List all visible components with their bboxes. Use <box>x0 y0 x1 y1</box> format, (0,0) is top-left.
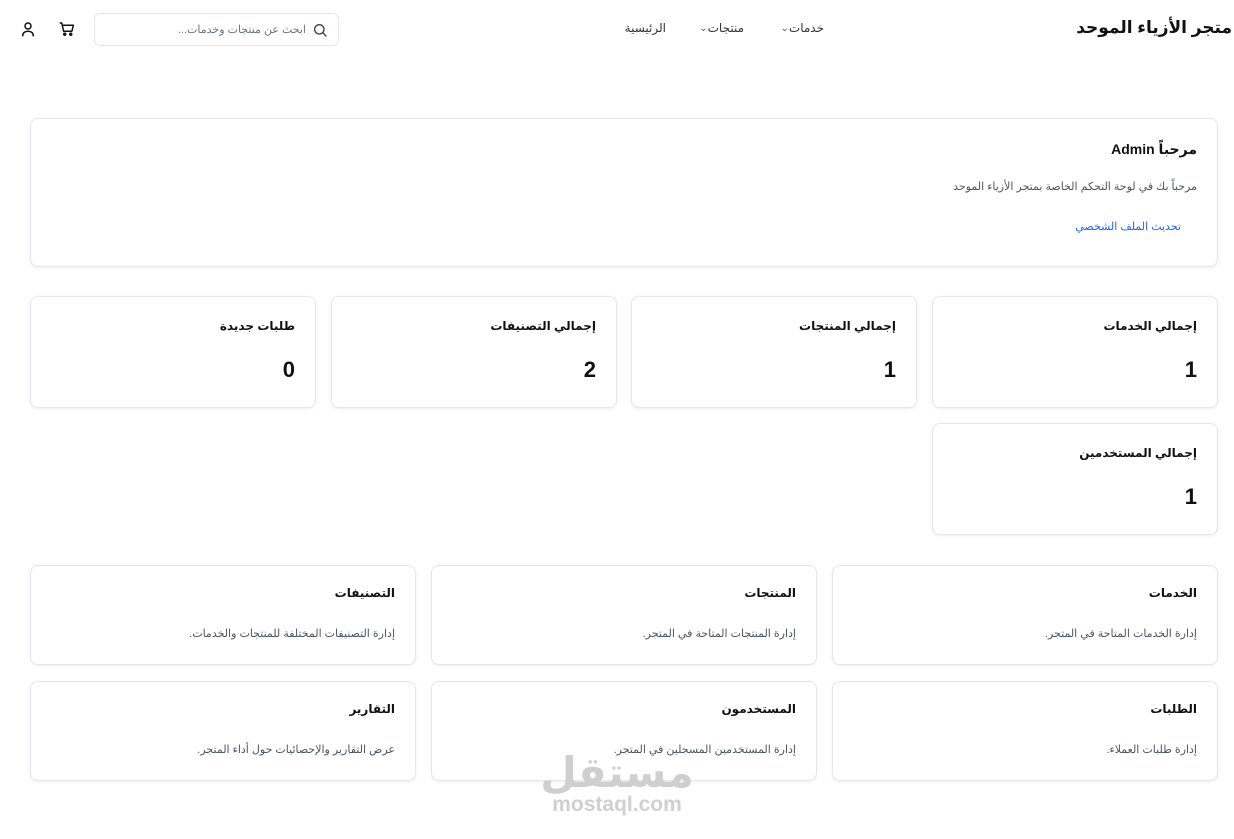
user-icon[interactable] <box>19 20 37 38</box>
search-box[interactable] <box>94 13 339 46</box>
card-description: إدارة التصنيفات المختلفة للمنتجات والخدم… <box>189 628 395 640</box>
cart-icon[interactable] <box>58 20 76 38</box>
nav-products-dropdown[interactable]: منتجات ⌄ <box>696 21 744 35</box>
stat-card-categories: إجمالي التصنيفات 2 <box>331 296 617 408</box>
nav-services-label: خدمات <box>788 21 824 35</box>
stat-label: إجمالي التصنيفات <box>490 319 596 333</box>
manage-services-card[interactable]: الخدمات إدارة الخدمات المتاحة في المتجر. <box>832 565 1218 665</box>
stat-value: 1 <box>1184 484 1197 509</box>
stat-card-users: إجمالي المستخدمين 1 <box>932 423 1218 535</box>
stat-card-products: إجمالي المنتجات 1 <box>631 296 917 408</box>
welcome-card: مرحباً Admin مرحباً بك في لوحة التحكم ال… <box>30 118 1218 267</box>
card-description: إدارة المنتجات المتاحة في المتجر. <box>642 628 796 640</box>
card-title: المستخدمون <box>721 702 796 716</box>
manage-reports-card[interactable]: التقارير عرض التقارير والإحصائيات حول أد… <box>30 681 416 781</box>
watermark-arabic: مستقل <box>540 749 694 796</box>
chevron-down-icon: ⌄ <box>780 22 789 34</box>
stat-label: إجمالي الخدمات <box>1103 319 1198 333</box>
stat-card-services: إجمالي الخدمات 1 <box>932 296 1218 408</box>
search-input[interactable] <box>106 23 306 36</box>
top-navbar: متجر الأزياء الموحد خدمات ⌄ منتجات ⌄ الر… <box>0 0 1234 60</box>
stat-card-new-orders: طلبات جديدة 0 <box>30 296 316 408</box>
nav-services-dropdown[interactable]: خدمات ⌄ <box>778 21 825 35</box>
stat-value: 1 <box>1184 357 1197 382</box>
stat-label: إجمالي المنتجات <box>799 319 896 333</box>
watermark-latin: mostaql.com <box>552 793 682 816</box>
card-title: الخدمات <box>1148 586 1197 600</box>
card-title: التصنيفات <box>334 586 395 600</box>
card-title: المنتجات <box>744 586 796 600</box>
stat-value: 1 <box>883 357 896 382</box>
nav-home-link[interactable]: الرئيسية <box>625 21 666 35</box>
welcome-text: مرحباً بك في لوحة التحكم الخاصة بمتجر ال… <box>953 181 1197 193</box>
brand-logo[interactable]: متجر الأزياء الموحد <box>1076 18 1232 38</box>
manage-products-card[interactable]: المنتجات إدارة المنتجات المتاحة في المتج… <box>431 565 817 665</box>
card-description: إدارة طلبات العملاء. <box>1106 744 1198 756</box>
card-title: الطلبات <box>1150 702 1197 716</box>
update-profile-link[interactable]: تحديث الملف الشخصي <box>1075 220 1181 233</box>
stat-label: طلبات جديدة <box>219 319 295 333</box>
manage-categories-card[interactable]: التصنيفات إدارة التصنيفات المختلفة للمنت… <box>30 565 416 665</box>
manage-orders-card[interactable]: الطلبات إدارة طلبات العملاء. <box>832 681 1218 781</box>
nav-products-label: منتجات <box>707 21 744 35</box>
card-description: عرض التقارير والإحصائيات حول أداء المتجر… <box>197 744 395 756</box>
card-title: التقارير <box>349 702 395 716</box>
nav-home-label: الرئيسية <box>624 21 666 35</box>
stat-value: 2 <box>583 357 596 382</box>
chevron-down-icon: ⌄ <box>699 22 708 34</box>
watermark: مستقل mostaql.com <box>540 752 694 816</box>
search-icon <box>314 23 327 37</box>
stat-label: إجمالي المستخدمين <box>1079 446 1197 460</box>
welcome-title: مرحباً Admin <box>1111 141 1197 157</box>
stat-value: 0 <box>282 357 295 382</box>
card-description: إدارة الخدمات المتاحة في المتجر. <box>1044 628 1197 640</box>
